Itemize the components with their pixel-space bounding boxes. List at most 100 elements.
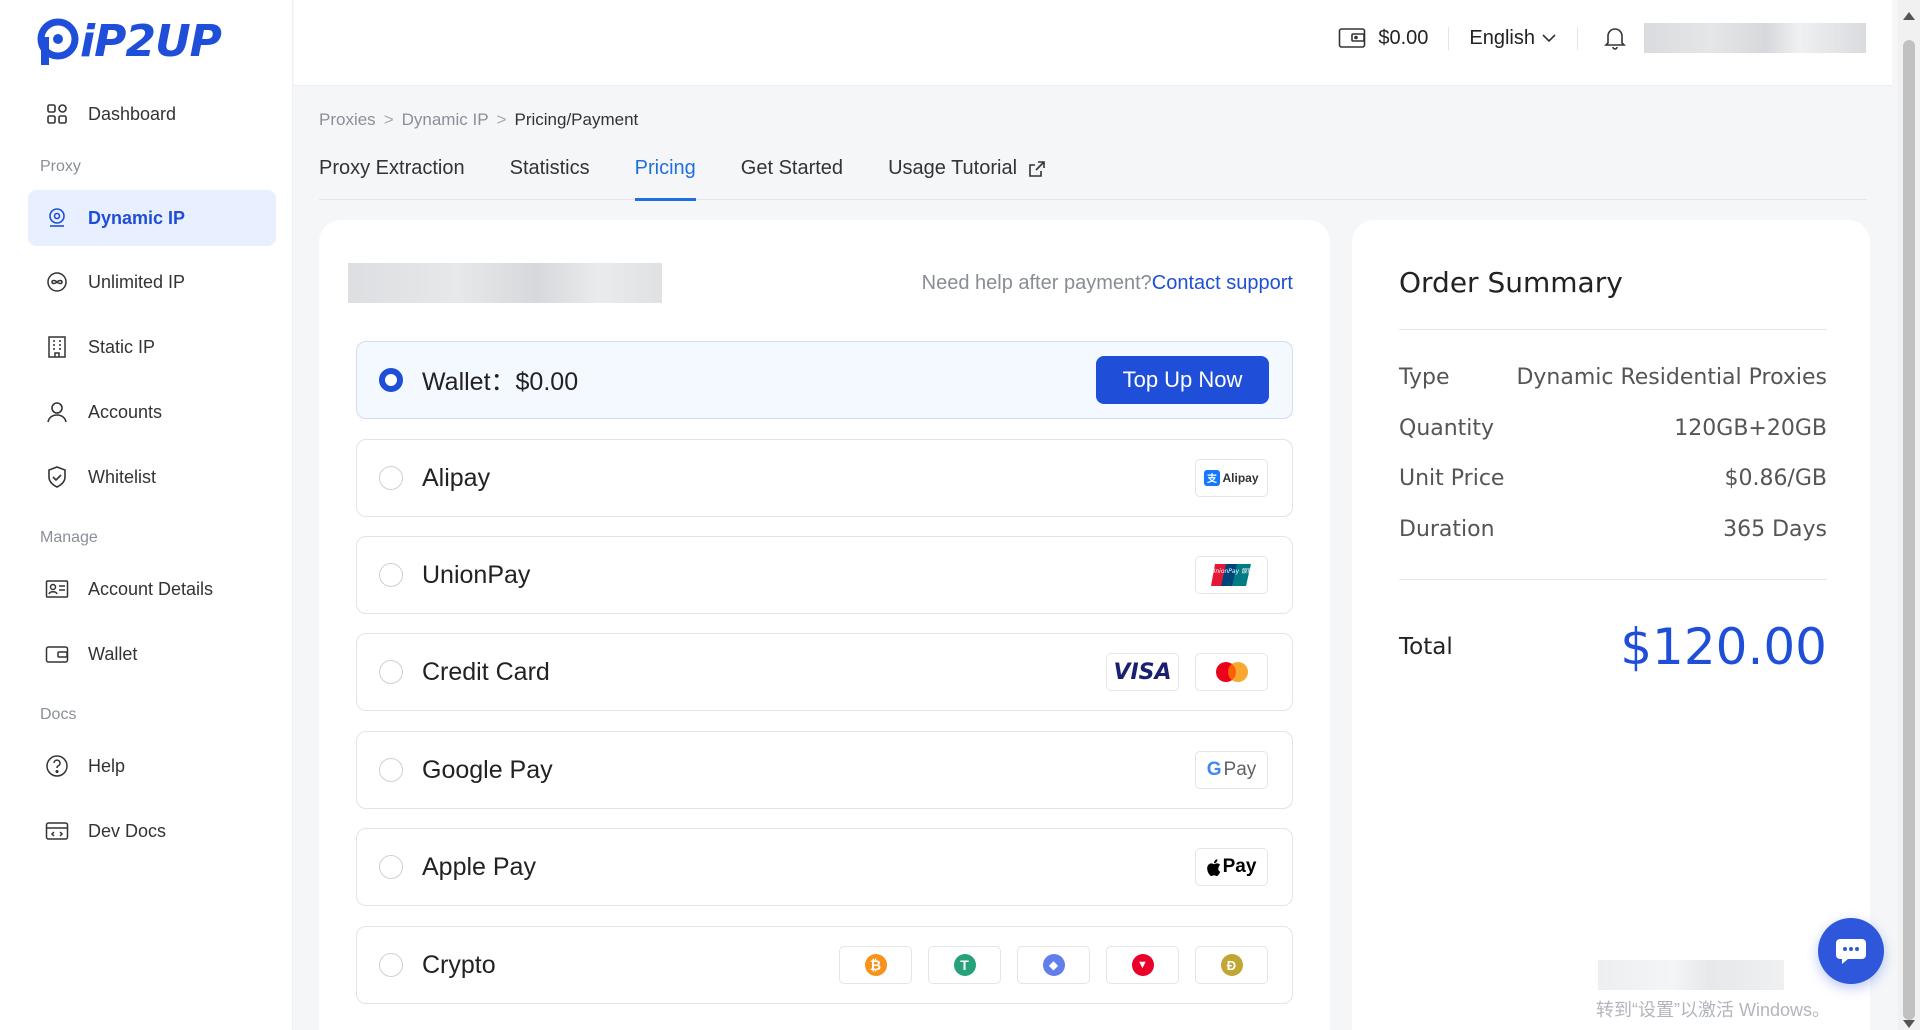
tab-get-started[interactable]: Get Started <box>741 154 843 200</box>
radio-button[interactable] <box>379 758 403 782</box>
mastercard-icon <box>1195 653 1268 691</box>
radio-button-selected[interactable] <box>379 368 403 392</box>
payment-option-label: Crypto <box>422 950 496 979</box>
payment-option-label: Alipay <box>422 463 491 492</box>
apple-pay-icon: Pay <box>1195 848 1268 886</box>
header-wallet-balance: $0.00 <box>1378 26 1429 49</box>
building-icon <box>44 334 70 360</box>
external-link-icon <box>1029 161 1045 177</box>
sidebar-item-dev-docs[interactable]: Dev Docs <box>28 803 276 859</box>
code-doc-icon <box>44 818 70 844</box>
watermark-blur <box>1598 960 1784 990</box>
help-prefix: Need help after payment? <box>921 272 1152 294</box>
summary-value: 365 Days <box>1723 517 1827 542</box>
ethereum-icon: ◆ <box>1017 946 1090 984</box>
visa-icon: VISA <box>1106 653 1179 691</box>
order-summary-card: Order Summary Type Dynamic Residential P… <box>1352 220 1870 1030</box>
payment-option-google-pay[interactable]: Google Pay G Pay <box>356 731 1293 809</box>
payment-methods-card: Need help after payment?Contact support … <box>319 220 1330 1030</box>
sidebar-item-account-details[interactable]: Account Details <box>28 561 276 617</box>
sidebar-item-dynamic-ip[interactable]: Dynamic IP <box>28 190 276 246</box>
tron-symbol: ▼ <box>1131 954 1154 976</box>
tab-proxy-extraction[interactable]: Proxy Extraction <box>319 154 465 200</box>
user-icon <box>44 399 70 425</box>
radio-button[interactable] <box>379 563 403 587</box>
tab-pricing[interactable]: Pricing <box>634 154 696 201</box>
radio-button[interactable] <box>379 466 403 490</box>
payment-option-apple-pay[interactable]: Apple Pay Pay <box>356 828 1293 906</box>
tab-label: Pricing <box>634 157 696 179</box>
sidebar-item-wallet[interactable]: Wallet <box>28 626 276 682</box>
sidebar-item-label: Dashboard <box>88 103 177 124</box>
breadcrumb-item[interactable]: Dynamic IP <box>402 110 489 130</box>
summary-row-duration: Duration 365 Days <box>1399 517 1827 542</box>
wallet-label: Wallet： <box>422 368 516 396</box>
sidebar-item-label: Dynamic IP <box>88 207 186 228</box>
svg-text:支: 支 <box>1206 472 1218 485</box>
radio-button[interactable] <box>379 953 403 977</box>
summary-value: 120GB+20GB <box>1674 416 1827 441</box>
language-selector[interactable]: English <box>1449 26 1578 50</box>
ethereum-symbol: ◆ <box>1042 954 1065 976</box>
shield-icon <box>44 464 70 490</box>
scrollbar-thumb[interactable] <box>1903 40 1915 1020</box>
tab-statistics[interactable]: Statistics <box>510 154 590 200</box>
total-label: Total <box>1399 634 1453 660</box>
sidebar: iP2UP Dashboard Proxy Dynamic IP Unlimit… <box>0 0 293 1030</box>
payment-option-alipay[interactable]: Alipay 支 Alipay <box>356 439 1293 517</box>
scroll-up-arrow-icon[interactable] <box>1903 12 1915 20</box>
top-up-now-button[interactable]: Top Up Now <box>1096 356 1269 404</box>
order-summary-title: Order Summary <box>1399 266 1623 299</box>
location-pin-icon <box>44 205 70 231</box>
tab-bar: Proxy Extraction Statistics Pricing Get … <box>319 154 1867 201</box>
sidebar-item-label: Whitelist <box>88 466 157 487</box>
summary-row-unit-price: Unit Price $0.86/GB <box>1399 466 1827 491</box>
sidebar-item-whitelist[interactable]: Whitelist <box>28 449 276 505</box>
payment-option-label: Apple Pay <box>422 852 536 881</box>
payment-option-wallet[interactable]: Wallet：$0.00 Top Up Now <box>356 341 1293 419</box>
summary-label: Quantity <box>1399 416 1495 441</box>
chat-support-button[interactable] <box>1818 918 1884 984</box>
brand-logo[interactable]: iP2UP <box>36 16 222 67</box>
sidebar-item-accounts[interactable]: Accounts <box>28 384 276 440</box>
alipay-badge-text: Alipay <box>1222 471 1259 485</box>
visa-badge-text: VISA <box>1113 659 1172 685</box>
sidebar-item-static-ip[interactable]: Static IP <box>28 319 276 375</box>
breadcrumb-item[interactable]: Proxies <box>319 110 376 130</box>
sidebar-item-dashboard[interactable]: Dashboard <box>28 86 276 142</box>
scroll-down-arrow-icon[interactable] <box>1903 1020 1915 1028</box>
breadcrumb-current: Pricing/Payment <box>514 110 639 129</box>
wallet-icon <box>44 641 70 667</box>
infinity-icon <box>44 269 70 295</box>
google-pay-icon: G Pay <box>1195 751 1268 789</box>
summary-row-quantity: Quantity 120GB+20GB <box>1399 416 1827 441</box>
payment-option-credit-card[interactable]: Credit Card VISA <box>356 633 1293 711</box>
header-wallet[interactable]: $0.00 <box>1338 26 1450 50</box>
sidebar-item-unlimited-ip[interactable]: Unlimited IP <box>28 254 276 310</box>
brand-name: iP2UP <box>80 16 222 67</box>
user-profile-blurred[interactable] <box>1644 23 1866 53</box>
payment-option-unionpay[interactable]: UnionPay UnionPay 银联 <box>356 536 1293 614</box>
breadcrumb-separator: > <box>496 110 507 129</box>
page-scrollbar[interactable] <box>1898 0 1920 1030</box>
sidebar-item-label: Accounts <box>88 401 163 422</box>
radio-button[interactable] <box>379 660 403 684</box>
summary-label: Type <box>1399 365 1450 390</box>
sidebar-section-manage: Manage <box>40 529 98 546</box>
blurred-heading <box>348 263 662 303</box>
summary-value: Dynamic Residential Proxies <box>1516 365 1827 390</box>
sidebar-item-label: Dev Docs <box>88 820 167 841</box>
tab-label: Usage Tutorial <box>888 157 1018 179</box>
contact-support-link[interactable]: Contact support <box>1152 272 1293 294</box>
id-card-icon <box>44 576 70 602</box>
tab-usage-tutorial[interactable]: Usage Tutorial <box>888 154 1047 200</box>
notification-button[interactable] <box>1578 26 1644 50</box>
radio-button[interactable] <box>379 855 403 879</box>
sidebar-section-proxy: Proxy <box>40 158 81 175</box>
sidebar-item-help[interactable]: Help <box>28 738 276 794</box>
bitcoin-icon: ₿ <box>839 946 912 984</box>
payment-option-crypto[interactable]: Crypto ₿ T ◆ ▼ Ð <box>356 926 1293 1004</box>
tron-icon: ▼ <box>1106 946 1179 984</box>
tab-label: Get Started <box>740 157 844 179</box>
watermark-text: 转到“设置”以激活 Windows。 <box>1596 1000 1831 1020</box>
